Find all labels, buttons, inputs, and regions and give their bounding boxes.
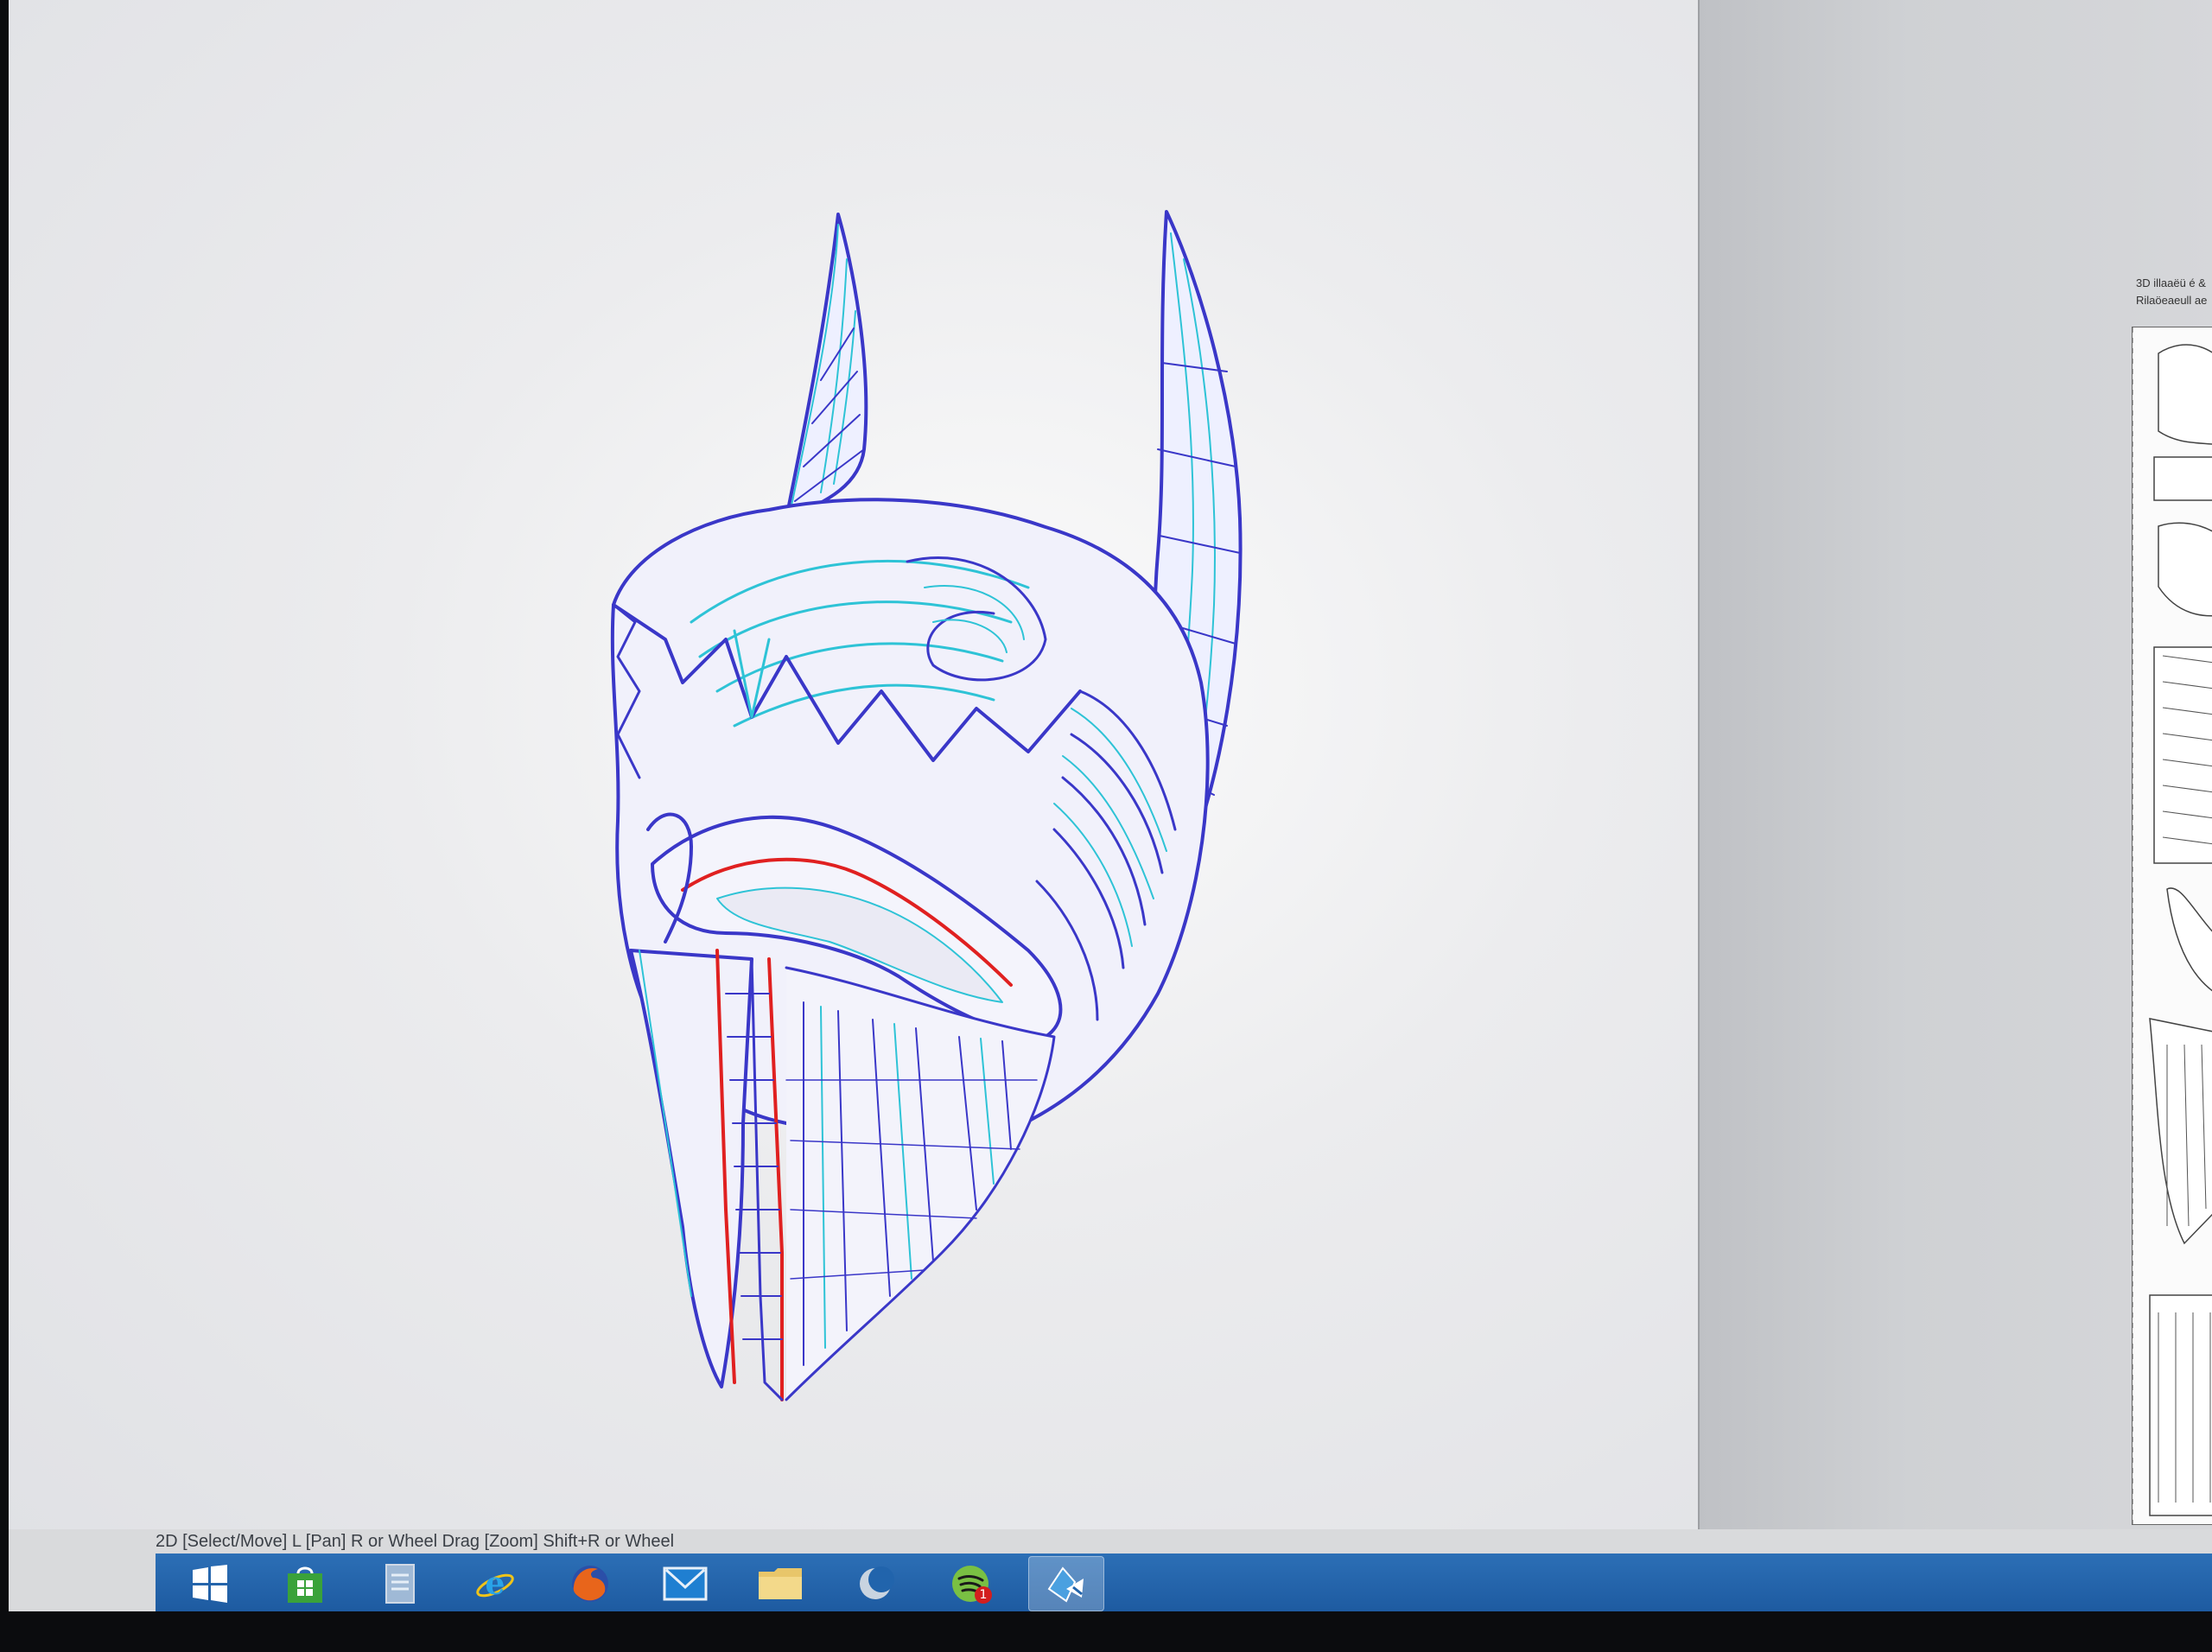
file-manager-button[interactable]: [363, 1557, 437, 1611]
monitor-bezel: [0, 1612, 2212, 1652]
2d-view-title-line1: 3D illaaëü é &: [2136, 276, 2206, 289]
3d-model-viewport[interactable]: [9, 0, 1795, 1529]
internet-explorer-icon: e: [476, 1566, 514, 1602]
svg-text:e: e: [486, 1566, 505, 1602]
envelope-icon: [663, 1566, 708, 1601]
helmet-3d-model[interactable]: [9, 0, 1793, 1529]
notification-badge: 1: [975, 1586, 992, 1604]
status-bar: 2D [Select/Move] L [Pan] R or Wheel Drag…: [156, 1532, 675, 1551]
mail-button[interactable]: [648, 1557, 722, 1611]
internet-explorer-button[interactable]: e: [458, 1557, 532, 1611]
start-button[interactable]: [173, 1557, 247, 1611]
2d-view-header: 3D illaaëü é & Rilaöeaeull ae: [2136, 275, 2212, 309]
pepakura-icon: [1047, 1566, 1084, 1603]
pattern-sheet[interactable]: [2132, 327, 2212, 1525]
pepakura-button[interactable]: [1028, 1556, 1104, 1611]
store-bag-icon: [288, 1566, 322, 1603]
firefox-icon: [572, 1566, 608, 1602]
windows-taskbar: e 1: [156, 1554, 2212, 1611]
spotify-button[interactable]: 1: [933, 1557, 1007, 1611]
store-button[interactable]: [268, 1557, 342, 1611]
eclipse-app-button[interactable]: [838, 1557, 912, 1611]
unfolded-parts-drawing: [2133, 327, 2212, 1524]
folder-icon: [759, 1568, 802, 1599]
2d-view-title-line2: Rilaöeaeull ae: [2136, 294, 2208, 307]
windows-logo-icon: [193, 1565, 227, 1603]
application-screen: 3D illaaëü é & Rilaöeaeull ae 2D [Select…: [9, 0, 2212, 1611]
explorer-button[interactable]: [743, 1557, 817, 1611]
crescent-icon: [860, 1566, 894, 1599]
2d-pattern-view[interactable]: 3D illaaëü é & Rilaöeaeull ae: [1698, 0, 2212, 1529]
document-icon: [385, 1564, 415, 1604]
firefox-button[interactable]: [553, 1557, 627, 1611]
